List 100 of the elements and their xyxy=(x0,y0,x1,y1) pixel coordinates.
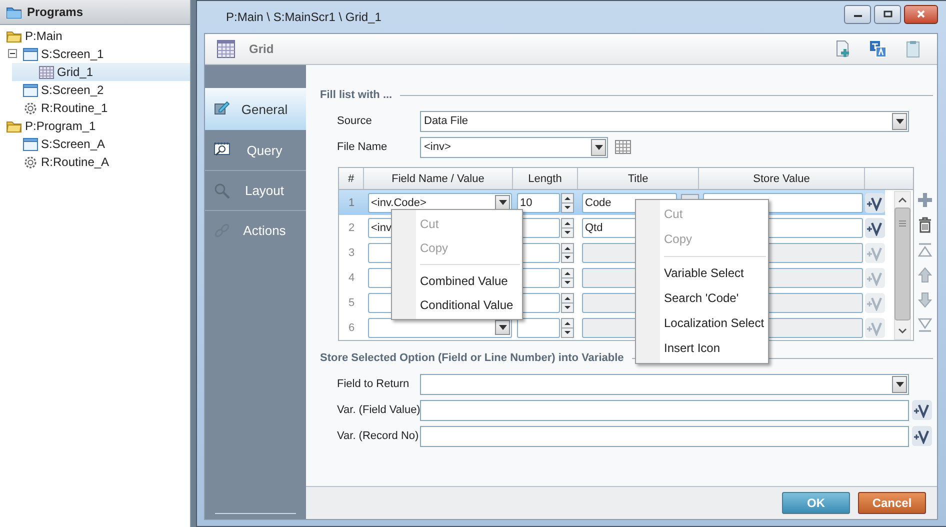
trash-icon xyxy=(917,217,933,233)
delete-row-button[interactable] xyxy=(917,217,933,233)
row-number: 5 xyxy=(347,296,356,308)
field-label: File Name xyxy=(337,141,388,153)
row-number: 2 xyxy=(347,222,356,234)
spinner-icon[interactable] xyxy=(561,318,574,338)
variable-icon xyxy=(866,294,884,310)
row-number: 3 xyxy=(347,246,356,258)
row-number: 1 xyxy=(347,196,356,208)
caret-icon xyxy=(498,200,506,205)
caret-icon xyxy=(498,325,506,330)
menu-item[interactable]: Variable Select xyxy=(636,261,768,286)
variable-icon xyxy=(866,244,884,260)
tree-item[interactable]: S:Screen_1 xyxy=(16,45,190,63)
menu-item[interactable]: Search 'Code' xyxy=(636,286,768,311)
clipboard-icon xyxy=(904,40,922,58)
menu-item[interactable]: Conditional Value xyxy=(392,293,522,317)
source-field[interactable]: Data File xyxy=(420,110,909,132)
move-top-button[interactable] xyxy=(917,242,933,258)
caret-icon xyxy=(594,144,602,150)
minimize-button[interactable] xyxy=(844,4,871,24)
length-input[interactable]: 10 xyxy=(517,192,560,212)
tree-item[interactable]: S:Screen_A xyxy=(16,135,190,153)
tree-item[interactable]: P:Main xyxy=(0,27,190,45)
close-button[interactable] xyxy=(904,4,938,24)
insert-variable-button[interactable] xyxy=(865,192,885,212)
move-top-icon xyxy=(917,242,933,258)
caret-icon xyxy=(896,118,904,124)
column-header: # xyxy=(339,168,364,189)
caret-icon xyxy=(896,382,904,386)
spinner-icon[interactable] xyxy=(561,292,574,312)
row-number: 4 xyxy=(347,272,356,284)
table-browse-button[interactable] xyxy=(615,140,631,154)
grid-icon xyxy=(216,39,236,59)
field-label: Var. (Record No) xyxy=(337,430,420,442)
maximize-icon xyxy=(882,10,892,18)
maximize-button[interactable] xyxy=(874,4,901,24)
insert-variable-button[interactable] xyxy=(865,218,885,238)
row-number: 6 xyxy=(347,322,356,334)
table-icon xyxy=(615,140,631,154)
spinner-icon[interactable] xyxy=(561,242,574,262)
menu-item[interactable]: Localization Select xyxy=(636,311,768,336)
move-bottom-icon xyxy=(917,317,933,333)
grid-icon xyxy=(38,64,55,80)
variable-icon xyxy=(913,428,931,444)
dropdown-button[interactable] xyxy=(591,138,606,156)
variable-icon xyxy=(866,194,884,210)
menu-item[interactable]: Insert Icon xyxy=(636,336,768,361)
move-down-button[interactable] xyxy=(917,292,933,308)
scrollbar[interactable] xyxy=(894,191,911,340)
file-name-field[interactable]: <inv> xyxy=(420,136,608,158)
length-input[interactable] xyxy=(517,318,560,338)
insert-variable-button[interactable] xyxy=(912,400,932,420)
folder-icon xyxy=(6,5,22,19)
tree-item[interactable]: R:Routine_1 xyxy=(16,99,190,117)
field-label: Source xyxy=(337,115,373,127)
field-label: Field to Return xyxy=(337,378,410,390)
variable-icon xyxy=(866,320,884,336)
translate-icon xyxy=(869,40,887,58)
add-row-button[interactable] xyxy=(917,192,933,208)
section-title: Store Selected Option (Field or Line Number) into Variable xyxy=(320,352,624,364)
column-header: Field Name / Value xyxy=(364,168,513,189)
plus-icon xyxy=(917,192,933,208)
arrow-up-icon xyxy=(917,267,933,283)
tree-item[interactable]: Grid_1 xyxy=(12,63,190,81)
close-icon xyxy=(916,10,926,18)
move-bottom-button[interactable] xyxy=(917,317,933,333)
spinner-icon[interactable] xyxy=(561,192,574,212)
nav-tab[interactable]: General xyxy=(205,88,306,130)
variable-icon xyxy=(866,270,884,286)
variable-input[interactable] xyxy=(420,400,909,420)
menu-item[interactable]: Combined Value xyxy=(392,269,522,293)
variable-icon xyxy=(913,402,931,418)
variable-icon xyxy=(866,220,884,236)
dropdown-button[interactable] xyxy=(892,112,907,130)
header-title: Grid xyxy=(249,42,274,56)
field-label: Var. (Field Value) xyxy=(337,404,420,416)
tree-item[interactable]: P:Program_1 xyxy=(0,117,190,135)
nav-tab[interactable]: Query xyxy=(205,130,306,170)
panel-title: Programs xyxy=(27,5,84,19)
column-header: Title xyxy=(578,168,699,189)
column-header: Length xyxy=(513,168,578,189)
variable-input[interactable] xyxy=(420,426,909,446)
tree-item[interactable]: S:Screen_2 xyxy=(16,81,190,99)
move-up-button[interactable] xyxy=(917,267,933,283)
spinner-icon[interactable] xyxy=(561,218,574,238)
dropdown-button[interactable] xyxy=(892,376,907,392)
document-plus-icon xyxy=(834,40,852,58)
section-title: Fill list with ... xyxy=(320,89,392,101)
arrow-down-icon xyxy=(917,292,933,308)
spinner-icon[interactable] xyxy=(561,268,574,288)
dropdown-button[interactable] xyxy=(495,195,510,210)
translate-button[interactable] xyxy=(868,39,888,59)
collapse-toggle[interactable] xyxy=(8,49,17,58)
tree-item[interactable]: R:Routine_A xyxy=(16,153,190,171)
column-header: Store Value xyxy=(699,168,865,189)
insert-variable-button[interactable] xyxy=(912,426,932,446)
window-title: P:Main \ S:MainScr1 \ Grid_1 xyxy=(226,10,382,24)
magnifier-icon xyxy=(213,182,231,200)
field-to-return-dropdown[interactable] xyxy=(420,374,909,394)
